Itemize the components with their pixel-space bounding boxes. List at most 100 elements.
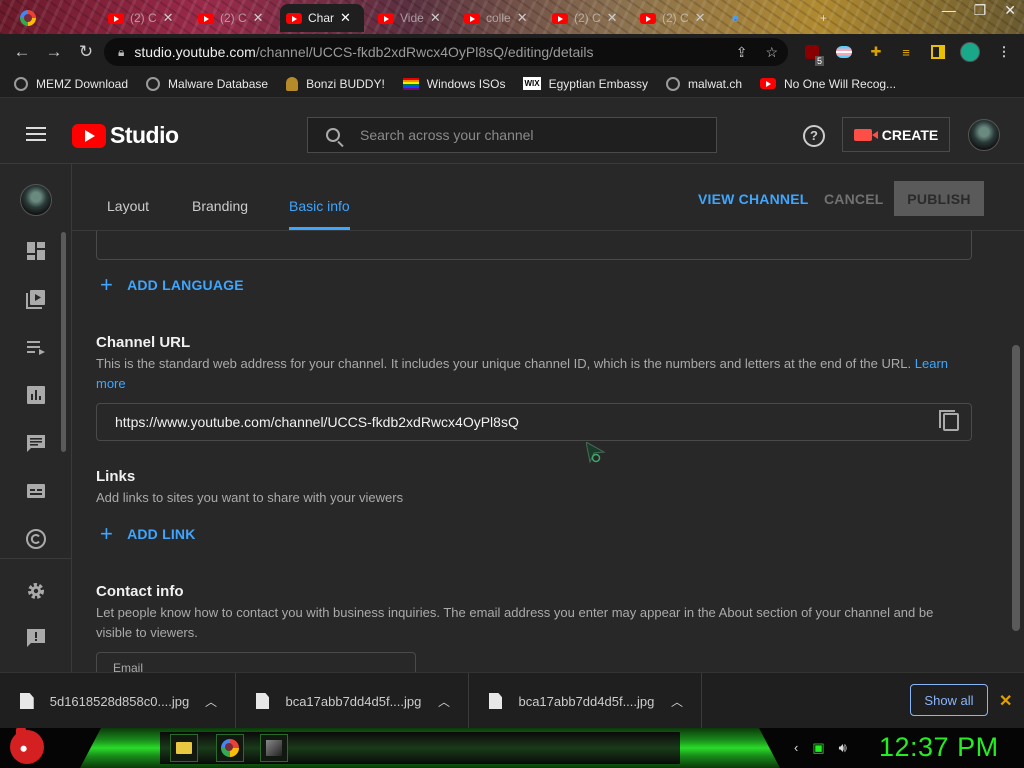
channel-url-field[interactable]: https://www.youtube.com/channel/UCCS-fkd…	[96, 403, 972, 441]
plus-icon: +	[100, 272, 114, 297]
hamburger-menu-icon[interactable]	[26, 127, 46, 141]
minimize-icon[interactable]: —	[942, 2, 956, 19]
media-control-icon[interactable]: ≡	[896, 42, 916, 62]
help-icon[interactable]: ?	[803, 125, 825, 147]
dashboard-icon[interactable]	[25, 240, 47, 262]
share-icon[interactable]: ⇪	[736, 44, 748, 61]
add-link-button[interactable]: + ADD LINK	[100, 523, 196, 545]
bookmark-no-one-will-recognize[interactable]: No One Will Recog...	[760, 77, 896, 91]
youtube-icon	[552, 12, 568, 24]
chevron-up-icon[interactable]: ‹	[794, 740, 798, 756]
bookmark-memz[interactable]: MEMZ Download	[14, 76, 128, 91]
restore-icon[interactable]: ❐	[974, 2, 987, 19]
file-explorer-taskbar-icon[interactable]	[170, 734, 198, 762]
cancel-button[interactable]: CANCEL	[824, 191, 884, 207]
browser-tab-strip: (2) C ✕ (2) C ✕ Char ✕ Vide ✕ colle ✕ (2…	[0, 0, 1024, 34]
account-avatar[interactable]	[968, 119, 1000, 151]
browser-tab[interactable]: Vide ✕	[372, 4, 447, 32]
system-tray: ‹ ▣ 🔊︎	[794, 740, 847, 756]
reload-icon[interactable]: ↻	[70, 42, 102, 62]
windows-taskbar: ‹ ▣ 🔊︎ 12:37 PM	[0, 728, 1024, 768]
channel-avatar[interactable]	[20, 184, 52, 216]
menu-kebab-icon[interactable]: ⋮	[994, 42, 1014, 62]
close-icon[interactable]: ✕	[430, 10, 441, 26]
bookmark-egyptian-embassy[interactable]: WIX Egyptian Embassy	[523, 77, 648, 91]
chevron-up-icon[interactable]: ︿	[438, 693, 450, 710]
browser-tab[interactable]: (2) C ✕	[192, 4, 270, 32]
downloads-bar: 5d1618528d858c0....jpg ︿ bca17abb7dd4d5f…	[0, 672, 1024, 729]
window-controls: — ❐ ✕	[942, 2, 1016, 19]
app-taskbar-icon[interactable]	[260, 734, 288, 762]
browser-tab[interactable]: (2) C ✕	[102, 4, 180, 32]
back-arrow-icon[interactable]: ←	[6, 42, 38, 62]
close-icon[interactable]: ✕	[695, 10, 706, 26]
close-icon[interactable]: ✕	[340, 10, 351, 26]
subtitles-icon[interactable]	[25, 480, 47, 502]
puzzle-extension-icon[interactable]: ✚	[866, 42, 886, 62]
analytics-icon[interactable]	[25, 384, 47, 406]
feedback-icon[interactable]	[25, 627, 47, 649]
copy-icon[interactable]	[939, 410, 959, 431]
comments-icon[interactable]	[25, 432, 47, 454]
edge-tab[interactable]: e	[726, 4, 745, 32]
close-icon[interactable]: ✕	[253, 10, 264, 26]
close-icon[interactable]: ✕	[999, 691, 1012, 711]
browser-tab[interactable]: (2) C ✕	[546, 4, 624, 32]
publish-button[interactable]: PUBLISH	[894, 181, 984, 216]
close-icon[interactable]: ✕	[163, 10, 174, 26]
view-channel-button[interactable]: VIEW CHANNEL	[698, 191, 809, 207]
bookmark-malwatch[interactable]: malwat.ch	[665, 76, 743, 91]
chevron-up-icon[interactable]: ︿	[205, 693, 217, 710]
download-item[interactable]: bca17abb7dd4d5f....jpg ︿	[236, 673, 469, 729]
search-input[interactable]	[360, 127, 680, 143]
new-tab-button[interactable]: +	[814, 4, 833, 32]
browser-tab-active[interactable]: Char ✕	[280, 4, 364, 32]
side-panel-icon[interactable]	[928, 42, 948, 62]
bookmark-malware-database[interactable]: Malware Database	[146, 76, 268, 91]
network-icon[interactable]: ▣	[812, 740, 824, 756]
download-item[interactable]: bca17abb7dd4d5f....jpg ︿	[469, 673, 702, 729]
add-language-label: ADD LANGUAGE	[127, 277, 244, 293]
chrome-taskbar-icon[interactable]	[216, 734, 244, 762]
start-button-angry-bird-icon[interactable]	[10, 728, 44, 764]
close-icon[interactable]: ✕	[517, 10, 528, 26]
browser-tab[interactable]: colle ✕	[458, 4, 534, 32]
content-scrollbar[interactable]	[1012, 345, 1020, 631]
nav-scrollbar[interactable]	[61, 232, 66, 452]
ublock-extension-icon[interactable]: 5	[802, 42, 824, 66]
add-language-button[interactable]: + ADD LANGUAGE	[100, 272, 244, 297]
tab-branding[interactable]: Branding	[192, 198, 248, 214]
create-button[interactable]: CREATE	[842, 117, 950, 152]
star-icon[interactable]: ☆	[765, 44, 778, 61]
browser-tab-google[interactable]	[14, 4, 42, 32]
search-box[interactable]	[307, 117, 717, 153]
volume-icon[interactable]: 🔊︎	[839, 740, 847, 756]
tab-basic-info[interactable]: Basic info	[289, 198, 350, 214]
flag-extension-icon[interactable]	[834, 42, 854, 62]
forward-arrow-icon[interactable]: →	[38, 42, 70, 62]
youtube-icon	[760, 78, 777, 89]
close-window-icon[interactable]: ✕	[1004, 2, 1016, 19]
browser-tab-label: (2) C	[574, 11, 601, 25]
studio-logo[interactable]: Studio	[72, 122, 179, 149]
playlists-icon[interactable]	[25, 336, 47, 358]
bookmark-bonzi[interactable]: Bonzi BUDDY!	[286, 76, 385, 91]
bookmarks-bar: MEMZ Download Malware Database Bonzi BUD…	[0, 70, 1024, 98]
bookmark-label: malwat.ch	[687, 76, 743, 91]
chevron-up-icon[interactable]: ︿	[671, 693, 683, 710]
close-icon[interactable]: ✕	[607, 10, 618, 26]
download-filename: 5d1618528d858c0....jpg	[49, 693, 190, 709]
content-icon[interactable]	[25, 288, 47, 310]
address-bar[interactable]: 🔒︎ studio.youtube.com /channel/UCCS-fkdb…	[104, 38, 788, 66]
browser-tab[interactable]: (2) C ✕	[634, 4, 712, 32]
tab-layout[interactable]: Layout	[107, 198, 149, 214]
settings-gear-icon[interactable]	[25, 580, 47, 602]
copyright-icon[interactable]	[25, 528, 47, 550]
download-item[interactable]: 5d1618528d858c0....jpg ︿	[0, 673, 236, 729]
description-field[interactable]	[96, 231, 972, 260]
bookmark-windows-isos[interactable]: Windows ISOs	[402, 77, 505, 91]
taskbar-clock[interactable]: 12:37 PM	[879, 732, 999, 763]
show-all-downloads-button[interactable]: Show all	[910, 684, 988, 716]
profile-avatar[interactable]	[960, 42, 980, 62]
email-field[interactable]: Email	[96, 652, 416, 672]
